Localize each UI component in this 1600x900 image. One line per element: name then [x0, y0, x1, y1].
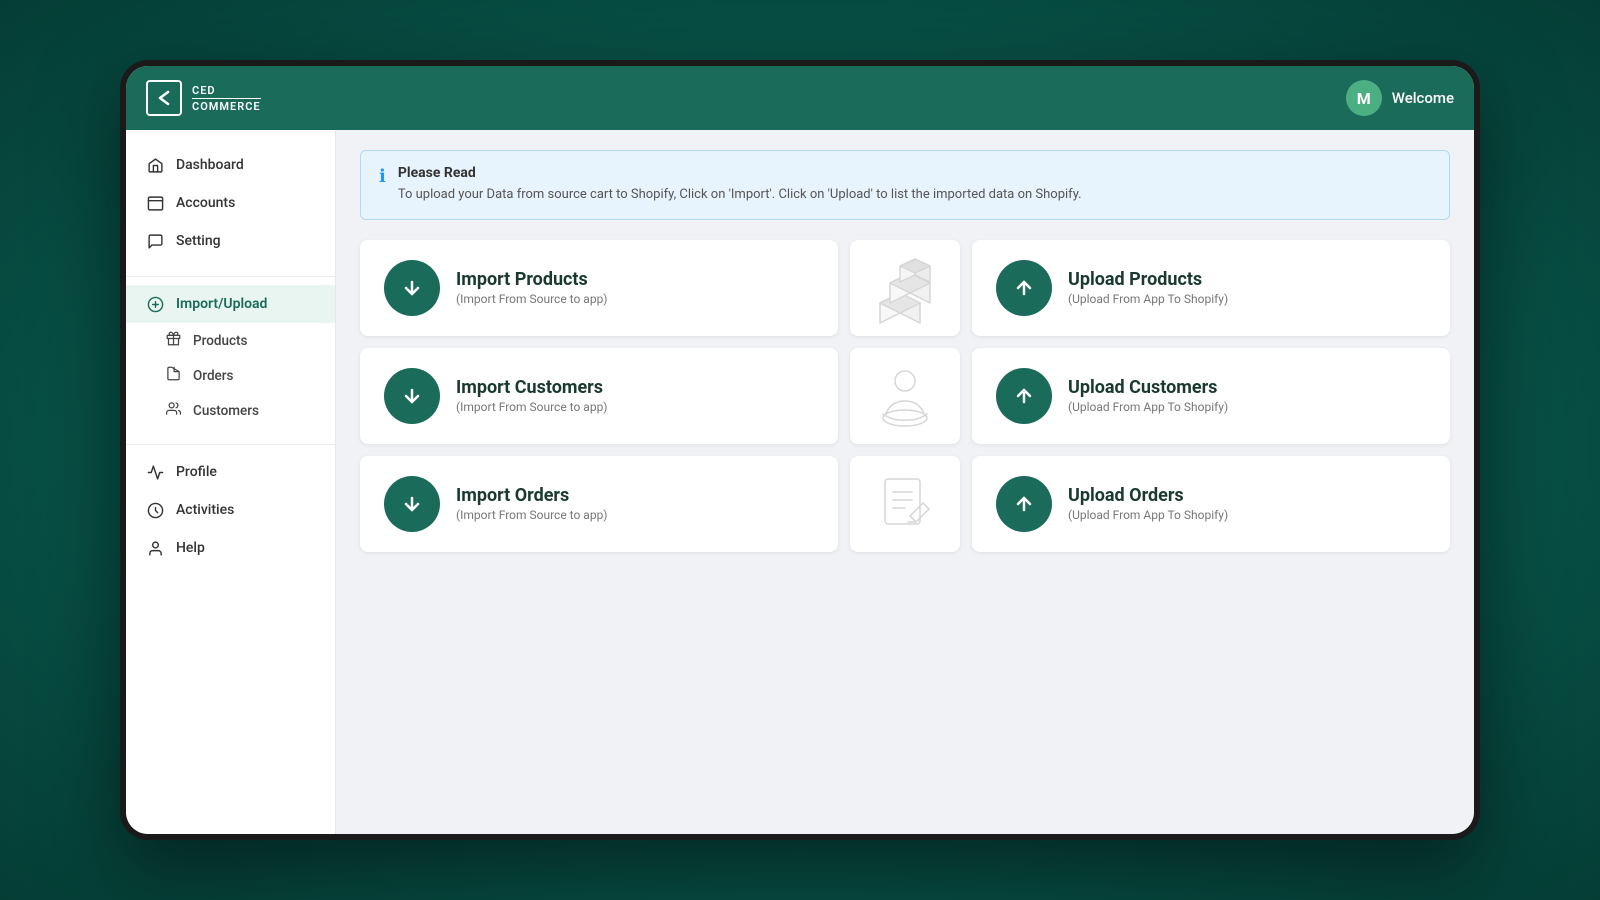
- sidebar-label-orders: Orders: [193, 368, 234, 384]
- sidebar-label-help: Help: [176, 540, 205, 556]
- upload-orders-card[interactable]: Upload Orders (Upload From App To Shopif…: [972, 456, 1450, 552]
- sidebar-bottom-section: Profile Activities: [126, 453, 335, 567]
- avatar[interactable]: M: [1346, 80, 1382, 116]
- sidebar-label-accounts: Accounts: [176, 195, 235, 211]
- customers-icon: [166, 401, 181, 420]
- products-middle-image: [850, 240, 960, 336]
- sidebar-item-setting[interactable]: Setting: [126, 222, 335, 260]
- sidebar-item-customers[interactable]: Customers: [126, 393, 335, 428]
- upload-customers-text: Upload Customers (Upload From App To Sho…: [1068, 377, 1228, 415]
- import-customers-text: Import Customers (Import From Source to …: [456, 377, 607, 415]
- sidebar-divider-1: [126, 276, 335, 277]
- orders-row: Import Orders (Import From Source to app…: [360, 456, 1450, 552]
- import-products-title: Import Products: [456, 269, 607, 291]
- upload-orders-subtitle: (Upload From App To Shopify): [1068, 508, 1228, 522]
- import-orders-title: Import Orders: [456, 485, 607, 507]
- upload-products-card[interactable]: Upload Products (Upload From App To Shop…: [972, 240, 1450, 336]
- sidebar-item-products[interactable]: Products: [126, 323, 335, 358]
- info-text: Please Read To upload your Data from sou…: [398, 165, 1082, 205]
- tablet-frame: CED COMMERCE M Welcome: [120, 60, 1480, 840]
- tablet-screen: CED COMMERCE M Welcome: [126, 66, 1474, 834]
- sidebar-label-profile: Profile: [176, 464, 217, 480]
- orders-icon: [166, 366, 181, 385]
- import-products-text: Import Products (Import From Source to a…: [456, 269, 607, 307]
- upload-customers-subtitle: (Upload From App To Shopify): [1068, 400, 1228, 414]
- sidebar-item-orders[interactable]: Orders: [126, 358, 335, 393]
- import-customers-title: Import Customers: [456, 377, 607, 399]
- customers-row: Import Customers (Import From Source to …: [360, 348, 1450, 444]
- import-products-subtitle: (Import From Source to app): [456, 292, 607, 306]
- upload-customers-card[interactable]: Upload Customers (Upload From App To Sho…: [972, 348, 1450, 444]
- import-products-circle: [384, 260, 440, 316]
- sidebar-item-profile[interactable]: Profile: [126, 453, 335, 491]
- logo-text: CED COMMERCE: [192, 85, 261, 112]
- upload-orders-circle: [996, 476, 1052, 532]
- upload-products-circle: [996, 260, 1052, 316]
- logo-top: CED: [192, 85, 261, 99]
- sidebar-item-dashboard[interactable]: Dashboard: [126, 146, 335, 184]
- customers-middle-image: [850, 348, 960, 444]
- upload-orders-title: Upload Orders: [1068, 485, 1228, 507]
- home-icon: [146, 156, 164, 174]
- help-icon: [146, 539, 164, 557]
- sidebar-item-accounts[interactable]: Accounts: [126, 184, 335, 222]
- sidebar: Dashboard Accounts: [126, 130, 336, 834]
- upload-orders-text: Upload Orders (Upload From App To Shopif…: [1068, 485, 1228, 523]
- upload-customers-circle: [996, 368, 1052, 424]
- info-banner: ℹ Please Read To upload your Data from s…: [360, 150, 1450, 220]
- import-orders-text: Import Orders (Import From Source to app…: [456, 485, 607, 523]
- upload-products-title: Upload Products: [1068, 269, 1228, 291]
- upload-products-text: Upload Products (Upload From App To Shop…: [1068, 269, 1228, 307]
- content-area: ℹ Please Read To upload your Data from s…: [336, 130, 1474, 834]
- import-products-card[interactable]: Import Products (Import From Source to a…: [360, 240, 838, 336]
- main-layout: Dashboard Accounts: [126, 130, 1474, 834]
- header: CED COMMERCE M Welcome: [126, 66, 1474, 130]
- orders-middle-image: [850, 456, 960, 552]
- import-customers-circle: [384, 368, 440, 424]
- welcome-text: Welcome: [1392, 89, 1454, 107]
- activities-icon: [146, 501, 164, 519]
- profile-icon: [146, 463, 164, 481]
- import-customers-subtitle: (Import From Source to app): [456, 400, 607, 414]
- info-icon: ℹ: [379, 166, 386, 187]
- setting-icon: [146, 232, 164, 250]
- header-right: M Welcome: [1346, 80, 1454, 116]
- logo-area: CED COMMERCE: [146, 80, 261, 116]
- sidebar-label-import-upload: Import/Upload: [176, 296, 267, 312]
- upload-customers-title: Upload Customers: [1068, 377, 1228, 399]
- upload-products-subtitle: (Upload From App To Shopify): [1068, 292, 1228, 306]
- info-title: Please Read: [398, 165, 1082, 181]
- upload-icon: [146, 295, 164, 313]
- sidebar-label-customers: Customers: [193, 403, 259, 419]
- sidebar-label-setting: Setting: [176, 233, 221, 249]
- import-orders-card[interactable]: Import Orders (Import From Source to app…: [360, 456, 838, 552]
- sidebar-item-help[interactable]: Help: [126, 529, 335, 567]
- sidebar-import-section: Import/Upload Products: [126, 285, 335, 428]
- sidebar-label-activities: Activities: [176, 502, 234, 518]
- accounts-icon: [146, 194, 164, 212]
- products-icon: [166, 331, 181, 350]
- sidebar-top-section: Dashboard Accounts: [126, 146, 335, 260]
- logo-icon: [146, 80, 182, 116]
- logo-bottom: COMMERCE: [192, 101, 261, 112]
- import-orders-subtitle: (Import From Source to app): [456, 508, 607, 522]
- sidebar-item-import-upload[interactable]: Import/Upload: [126, 285, 335, 323]
- import-orders-circle: [384, 476, 440, 532]
- sidebar-label-products: Products: [193, 333, 247, 349]
- import-customers-card[interactable]: Import Customers (Import From Source to …: [360, 348, 838, 444]
- sidebar-divider-2: [126, 444, 335, 445]
- sidebar-label-dashboard: Dashboard: [176, 157, 244, 173]
- products-row: Import Products (Import From Source to a…: [360, 240, 1450, 336]
- info-description: To upload your Data from source cart to …: [398, 185, 1082, 205]
- sidebar-item-activities[interactable]: Activities: [126, 491, 335, 529]
